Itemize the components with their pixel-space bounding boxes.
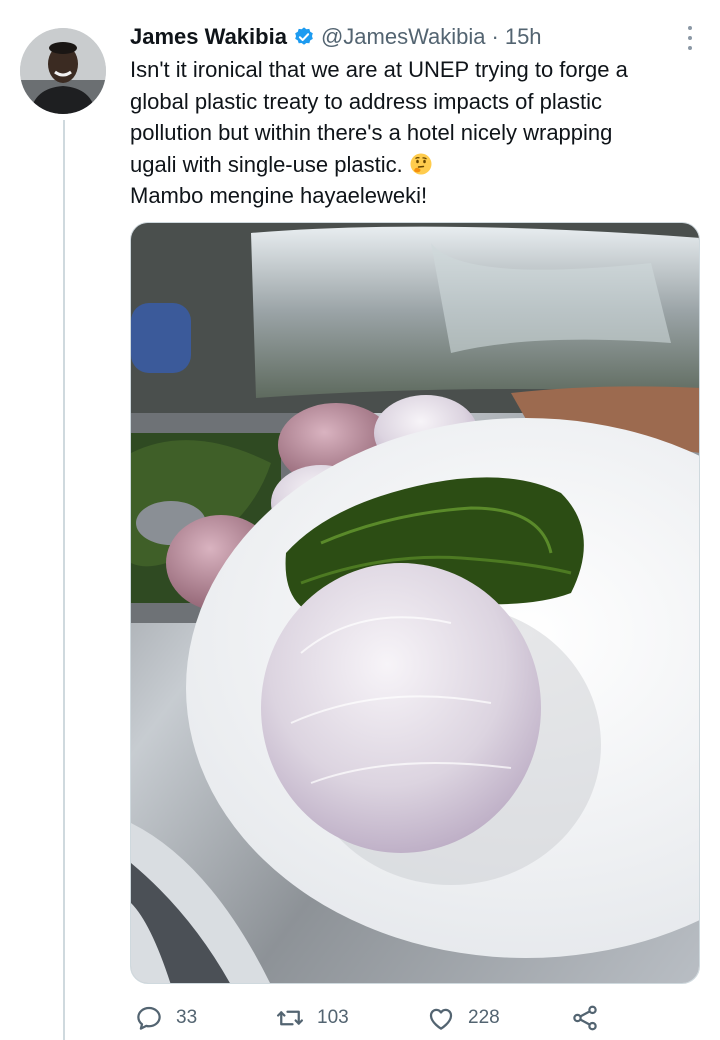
reply-icon (137, 1006, 161, 1030)
retweet-count: 103 (317, 1007, 349, 1028)
like-count: 228 (468, 1007, 500, 1028)
heart-icon (429, 1008, 453, 1030)
tweet-time[interactable]: 15h (505, 24, 542, 50)
tweet-text-line: Isn't it ironical that we are at UNEP tr… (130, 57, 628, 82)
tweet-photo[interactable] (130, 222, 700, 984)
thread-line (63, 120, 65, 1040)
tweet-text-line: pollution but within there's a hotel nic… (130, 120, 613, 145)
author-name[interactable]: James Wakibia (130, 24, 287, 50)
more-options-icon[interactable] (686, 26, 694, 50)
thinking-face-icon (409, 152, 433, 176)
tweet-text-line: global plastic treaty to address impacts… (130, 88, 603, 114)
retweet-icon (277, 1010, 303, 1026)
avatar[interactable] (20, 28, 106, 114)
reply-count: 33 (176, 1007, 198, 1028)
tweet-text-line: ugali with single-use plastic. (130, 151, 403, 177)
share-icon (573, 1005, 597, 1031)
reply-button[interactable]: 33 (134, 1000, 197, 1036)
tweet-text-line-with-emoji: ugali with single-use plastic. (130, 149, 705, 181)
retweet-button[interactable]: 103 (275, 1000, 349, 1036)
tweet-text-line: Mambo mengine hayaeleweki! (130, 183, 428, 208)
author-handle[interactable]: @JamesWakibia (321, 24, 486, 50)
tweet-text: Isn't it ironical that we are at UNEP tr… (130, 54, 705, 212)
tweet-header: James Wakibia @JamesWakibia · 15h (130, 22, 542, 52)
like-button[interactable]: 228 (426, 1000, 500, 1036)
separator-dot: · (491, 24, 499, 49)
share-button[interactable] (570, 1000, 612, 1036)
verified-badge-icon (293, 26, 315, 48)
tweet-actions: 33 103 228 (130, 1000, 630, 1036)
